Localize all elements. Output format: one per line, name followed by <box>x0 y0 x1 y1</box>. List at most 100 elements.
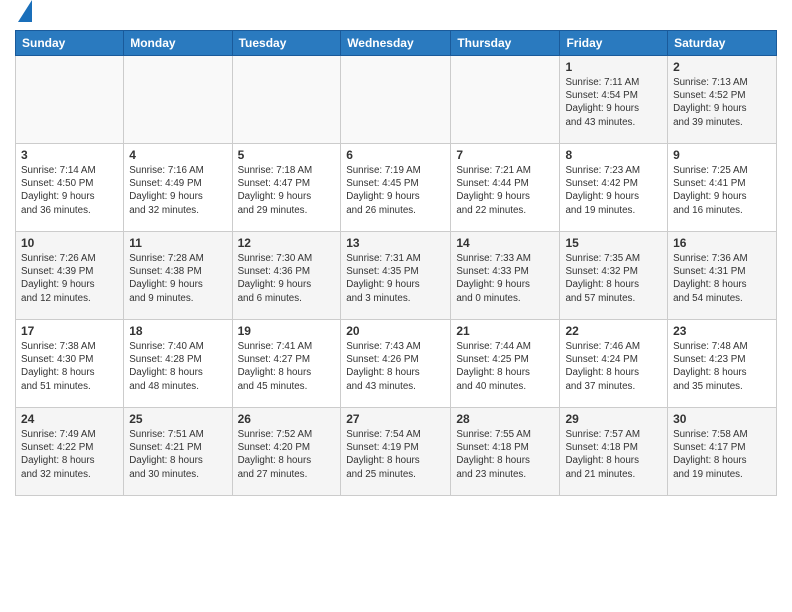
calendar-cell: 3 Sunrise: 7:14 AM Sunset: 4:50 PM Daylig… <box>16 144 124 232</box>
day-number: 26 <box>238 412 336 426</box>
calendar-body: 1 Sunrise: 7:11 AM Sunset: 4:54 PM Daylig… <box>16 56 777 496</box>
weekday-header-monday: Monday <box>124 31 232 56</box>
calendar-cell: 11 Sunrise: 7:28 AM Sunset: 4:38 PM Dayli… <box>124 232 232 320</box>
calendar-cell: 5Sunrise: 7:18 AM Sunset: 4:47 PM Daylig… <box>232 144 341 232</box>
calendar-cell: 2 Sunrise: 7:13 AM Sunset: 4:52 PM Daylig… <box>668 56 777 144</box>
day-detail: Sunrise: 7:44 AM Sunset: 4:25 PM Dayligh… <box>456 340 554 393</box>
day-detail: Sunrise: 7:21 AM Sunset: 4:44 PM Dayligh… <box>456 164 554 217</box>
weekday-header-tuesday: Tuesday <box>232 31 341 56</box>
calendar-cell: 4 Sunrise: 7:16 AM Sunset: 4:49 PM Daylig… <box>124 144 232 232</box>
day-number: 10 <box>21 236 118 250</box>
calendar-cell <box>124 56 232 144</box>
calendar-cell: 26 Sunrise: 7:52 AM Sunset: 4:20 PM Dayli… <box>232 408 341 496</box>
calendar-cell: 19Sunrise: 7:41 AM Sunset: 4:27 PM Dayli… <box>232 320 341 408</box>
calendar-week-3: 10 Sunrise: 7:26 AM Sunset: 4:39 PM Dayli… <box>16 232 777 320</box>
page-container: SundayMondayTuesdayWednesdayThursdayFrid… <box>0 0 792 501</box>
calendar-cell: 13Sunrise: 7:31 AM Sunset: 4:35 PM Dayli… <box>341 232 451 320</box>
day-number: 15 <box>565 236 662 250</box>
day-number: 18 <box>129 324 226 338</box>
calendar-cell: 28Sunrise: 7:55 AM Sunset: 4:18 PM Dayli… <box>451 408 560 496</box>
day-number: 6 <box>346 148 445 162</box>
weekday-header-saturday: Saturday <box>668 31 777 56</box>
day-detail: Sunrise: 7:36 AM Sunset: 4:31 PM Dayligh… <box>673 252 771 305</box>
day-detail: Sunrise: 7:38 AM Sunset: 4:30 PM Dayligh… <box>21 340 118 393</box>
logo-block <box>15 10 32 22</box>
day-detail: Sunrise: 7:52 AM Sunset: 4:20 PM Dayligh… <box>238 428 336 481</box>
day-detail: Sunrise: 7:31 AM Sunset: 4:35 PM Dayligh… <box>346 252 445 305</box>
day-detail: Sunrise: 7:26 AM Sunset: 4:39 PM Dayligh… <box>21 252 118 305</box>
weekday-header-wednesday: Wednesday <box>341 31 451 56</box>
calendar-cell: 20 Sunrise: 7:43 AM Sunset: 4:26 PM Dayli… <box>341 320 451 408</box>
weekday-header-sunday: Sunday <box>16 31 124 56</box>
day-detail: Sunrise: 7:49 AM Sunset: 4:22 PM Dayligh… <box>21 428 118 481</box>
calendar-cell <box>232 56 341 144</box>
day-detail: Sunrise: 7:19 AM Sunset: 4:45 PM Dayligh… <box>346 164 445 217</box>
calendar-week-2: 3 Sunrise: 7:14 AM Sunset: 4:50 PM Daylig… <box>16 144 777 232</box>
calendar-cell: 14Sunrise: 7:33 AM Sunset: 4:33 PM Dayli… <box>451 232 560 320</box>
calendar-cell: 1 Sunrise: 7:11 AM Sunset: 4:54 PM Daylig… <box>560 56 668 144</box>
day-detail: Sunrise: 7:54 AM Sunset: 4:19 PM Dayligh… <box>346 428 445 481</box>
calendar-cell <box>451 56 560 144</box>
day-number: 21 <box>456 324 554 338</box>
calendar-cell: 27 Sunrise: 7:54 AM Sunset: 4:19 PM Dayli… <box>341 408 451 496</box>
weekday-row: SundayMondayTuesdayWednesdayThursdayFrid… <box>16 31 777 56</box>
day-detail: Sunrise: 7:11 AM Sunset: 4:54 PM Dayligh… <box>565 76 662 129</box>
weekday-header-thursday: Thursday <box>451 31 560 56</box>
day-number: 23 <box>673 324 771 338</box>
calendar-cell: 17Sunrise: 7:38 AM Sunset: 4:30 PM Dayli… <box>16 320 124 408</box>
calendar-cell: 16 Sunrise: 7:36 AM Sunset: 4:31 PM Dayli… <box>668 232 777 320</box>
day-detail: Sunrise: 7:46 AM Sunset: 4:24 PM Dayligh… <box>565 340 662 393</box>
day-number: 2 <box>673 60 771 74</box>
calendar-cell: 23 Sunrise: 7:48 AM Sunset: 4:23 PM Dayli… <box>668 320 777 408</box>
day-detail: Sunrise: 7:14 AM Sunset: 4:50 PM Dayligh… <box>21 164 118 217</box>
day-detail: Sunrise: 7:30 AM Sunset: 4:36 PM Dayligh… <box>238 252 336 305</box>
logo <box>15 10 32 22</box>
calendar-cell: 25 Sunrise: 7:51 AM Sunset: 4:21 PM Dayli… <box>124 408 232 496</box>
calendar-cell: 7Sunrise: 7:21 AM Sunset: 4:44 PM Daylig… <box>451 144 560 232</box>
day-number: 20 <box>346 324 445 338</box>
weekday-header-friday: Friday <box>560 31 668 56</box>
day-detail: Sunrise: 7:28 AM Sunset: 4:38 PM Dayligh… <box>129 252 226 305</box>
calendar-cell: 18Sunrise: 7:40 AM Sunset: 4:28 PM Dayli… <box>124 320 232 408</box>
day-number: 29 <box>565 412 662 426</box>
calendar-cell: 21 Sunrise: 7:44 AM Sunset: 4:25 PM Dayli… <box>451 320 560 408</box>
day-number: 11 <box>129 236 226 250</box>
day-number: 1 <box>565 60 662 74</box>
calendar-cell: 15 Sunrise: 7:35 AM Sunset: 4:32 PM Dayli… <box>560 232 668 320</box>
calendar-cell <box>16 56 124 144</box>
day-detail: Sunrise: 7:13 AM Sunset: 4:52 PM Dayligh… <box>673 76 771 129</box>
day-number: 25 <box>129 412 226 426</box>
day-number: 12 <box>238 236 336 250</box>
day-number: 9 <box>673 148 771 162</box>
day-detail: Sunrise: 7:35 AM Sunset: 4:32 PM Dayligh… <box>565 252 662 305</box>
calendar-cell: 30Sunrise: 7:58 AM Sunset: 4:17 PM Dayli… <box>668 408 777 496</box>
calendar: SundayMondayTuesdayWednesdayThursdayFrid… <box>15 30 777 496</box>
day-detail: Sunrise: 7:51 AM Sunset: 4:21 PM Dayligh… <box>129 428 226 481</box>
day-detail: Sunrise: 7:48 AM Sunset: 4:23 PM Dayligh… <box>673 340 771 393</box>
day-number: 28 <box>456 412 554 426</box>
day-number: 3 <box>21 148 118 162</box>
calendar-cell: 12 Sunrise: 7:30 AM Sunset: 4:36 PM Dayli… <box>232 232 341 320</box>
day-detail: Sunrise: 7:43 AM Sunset: 4:26 PM Dayligh… <box>346 340 445 393</box>
day-number: 30 <box>673 412 771 426</box>
day-detail: Sunrise: 7:16 AM Sunset: 4:49 PM Dayligh… <box>129 164 226 217</box>
calendar-cell: 9 Sunrise: 7:25 AM Sunset: 4:41 PM Daylig… <box>668 144 777 232</box>
calendar-cell <box>341 56 451 144</box>
day-detail: Sunrise: 7:23 AM Sunset: 4:42 PM Dayligh… <box>565 164 662 217</box>
day-detail: Sunrise: 7:33 AM Sunset: 4:33 PM Dayligh… <box>456 252 554 305</box>
day-number: 16 <box>673 236 771 250</box>
calendar-cell: 29 Sunrise: 7:57 AM Sunset: 4:18 PM Dayli… <box>560 408 668 496</box>
day-detail: Sunrise: 7:18 AM Sunset: 4:47 PM Dayligh… <box>238 164 336 217</box>
day-detail: Sunrise: 7:25 AM Sunset: 4:41 PM Dayligh… <box>673 164 771 217</box>
calendar-cell: 24 Sunrise: 7:49 AM Sunset: 4:22 PM Dayli… <box>16 408 124 496</box>
day-detail: Sunrise: 7:57 AM Sunset: 4:18 PM Dayligh… <box>565 428 662 481</box>
day-number: 19 <box>238 324 336 338</box>
calendar-cell: 8Sunrise: 7:23 AM Sunset: 4:42 PM Daylig… <box>560 144 668 232</box>
header <box>15 10 777 22</box>
day-number: 24 <box>21 412 118 426</box>
day-number: 4 <box>129 148 226 162</box>
day-number: 27 <box>346 412 445 426</box>
calendar-header: SundayMondayTuesdayWednesdayThursdayFrid… <box>16 31 777 56</box>
calendar-week-4: 17Sunrise: 7:38 AM Sunset: 4:30 PM Dayli… <box>16 320 777 408</box>
calendar-cell: 6 Sunrise: 7:19 AM Sunset: 4:45 PM Daylig… <box>341 144 451 232</box>
